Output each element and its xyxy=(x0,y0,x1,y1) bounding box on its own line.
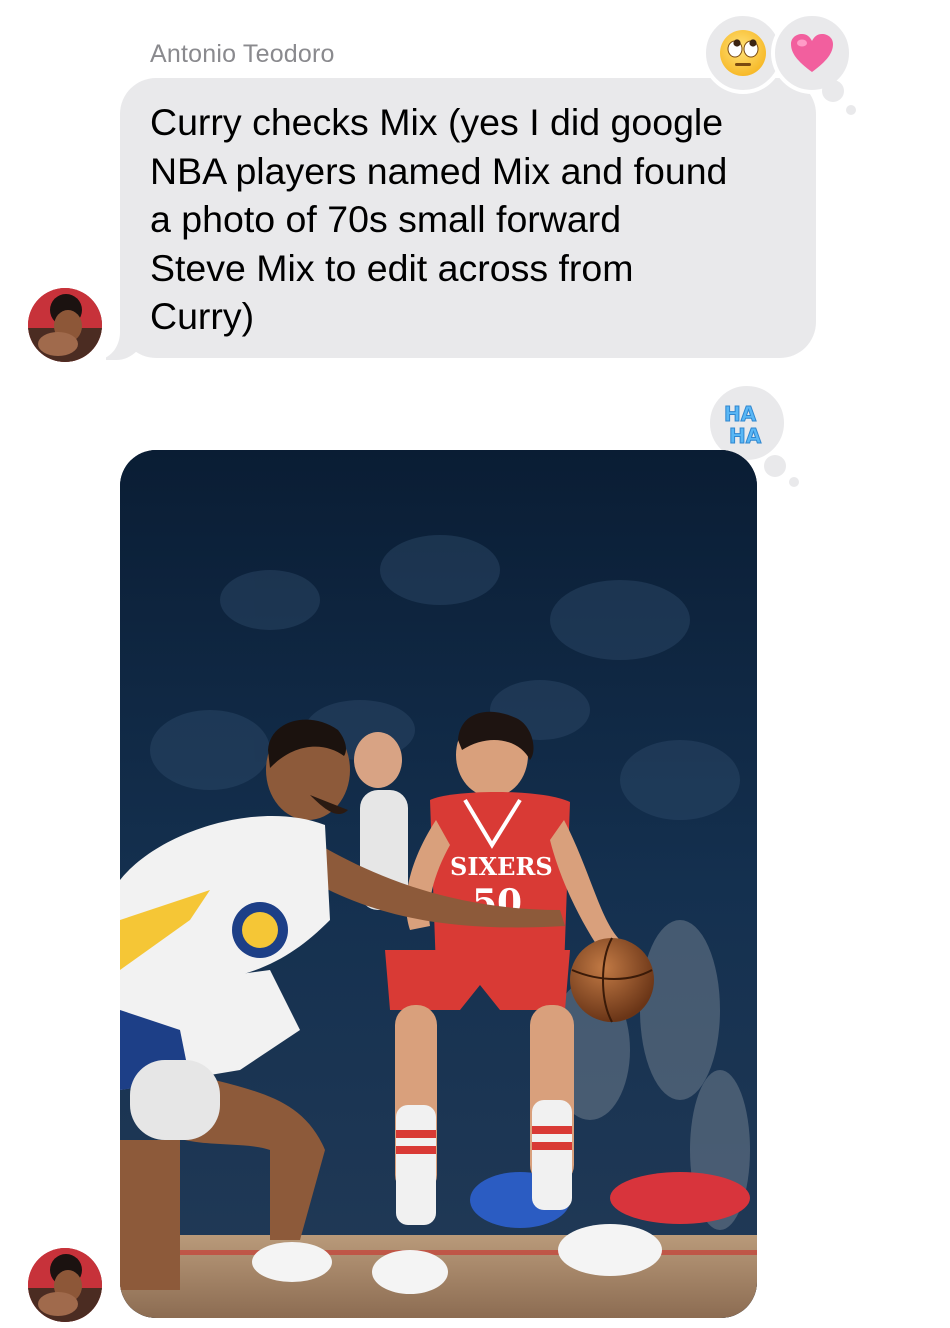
eye-roll-emoji-icon xyxy=(720,30,766,76)
basketball xyxy=(570,938,654,1022)
reaction-dot xyxy=(846,105,856,115)
jersey-text: SIXERS xyxy=(450,852,553,881)
sender-avatar[interactable] xyxy=(28,288,102,362)
svg-text:HA: HA xyxy=(729,424,762,447)
haha-icon: HA HA xyxy=(724,402,763,448)
heart-icon xyxy=(791,34,833,72)
reaction-dot xyxy=(789,477,799,487)
text-message-bubble[interactable]: Curry checks Mix (yes I did google NBA p… xyxy=(120,78,816,358)
message-text: Curry checks Mix (yes I did google NBA p… xyxy=(150,101,728,337)
avatar-photo xyxy=(28,1248,102,1322)
sender-avatar[interactable] xyxy=(28,1248,102,1322)
sender-name: Antonio Teodoro xyxy=(150,40,335,68)
reaction-dot xyxy=(764,455,786,477)
heart-reaction[interactable] xyxy=(771,12,853,94)
svg-text:HA: HA xyxy=(724,402,757,426)
photo-message[interactable]: SIXERS 50 xyxy=(120,450,757,1318)
basketball-photo: SIXERS 50 xyxy=(120,450,757,1318)
avatar-photo xyxy=(28,288,102,362)
reaction-dot xyxy=(822,80,844,102)
